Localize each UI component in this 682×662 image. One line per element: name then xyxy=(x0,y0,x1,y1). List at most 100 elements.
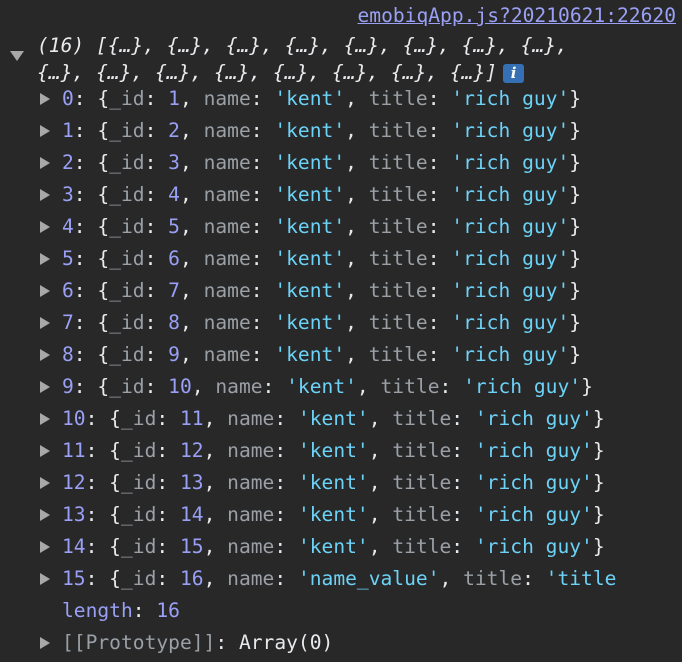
entry-index: 6 xyxy=(62,279,74,302)
punctuation: , xyxy=(345,247,369,270)
title-key: title xyxy=(368,87,428,110)
triangle-right-icon[interactable] xyxy=(40,221,50,233)
punctuation: : xyxy=(144,215,169,238)
triangle-right-icon[interactable] xyxy=(40,317,50,329)
array-entry-row[interactable]: 9: {_id: 10, name: 'kent', title: 'rich … xyxy=(0,371,682,403)
prototype-row[interactable]: [[Prototype]]: Array(0) xyxy=(0,627,682,659)
name-value: 'kent' xyxy=(274,311,346,334)
title-value: 'rich guy' xyxy=(474,407,593,430)
array-entry-row[interactable]: 11: {_id: 12, name: 'kent', title: 'rich… xyxy=(0,435,682,467)
punctuation: , xyxy=(179,119,204,142)
entry-index: 1 xyxy=(62,119,74,142)
source-link[interactable]: emobiqApp.js?20210621:22620 xyxy=(357,4,676,27)
id-value: 7 xyxy=(168,279,180,302)
punctuation: } xyxy=(569,215,582,238)
triangle-right-icon[interactable] xyxy=(40,413,50,425)
id-key: _id xyxy=(109,375,145,398)
punctuation: : xyxy=(144,375,169,398)
array-entry-row[interactable]: 2: {_id: 3, name: 'kent', title: 'rich g… xyxy=(0,147,682,179)
id-value: 2 xyxy=(168,119,180,142)
name-value: 'kent' xyxy=(274,119,346,142)
punctuation: : xyxy=(156,407,180,430)
title-value: 'rich guy' xyxy=(451,87,570,110)
punctuation: : { xyxy=(73,343,110,366)
id-key: _id xyxy=(109,279,145,302)
punctuation: : { xyxy=(73,119,110,142)
punctuation: : { xyxy=(73,151,110,174)
array-entry-row[interactable]: 4: {_id: 5, name: 'kent', title: 'rich g… xyxy=(0,211,682,243)
punctuation: : { xyxy=(73,247,110,270)
triangle-right-icon[interactable] xyxy=(40,509,50,521)
triangle-right-icon[interactable] xyxy=(40,445,50,457)
triangle-right-icon[interactable] xyxy=(40,541,50,553)
triangle-right-icon[interactable] xyxy=(40,253,50,265)
array-entry-row[interactable]: 0: {_id: 1, name: 'kent', title: 'rich g… xyxy=(0,83,682,115)
triangle-right-icon[interactable] xyxy=(40,637,50,649)
triangle-right-icon[interactable] xyxy=(40,125,50,137)
id-key: _id xyxy=(120,439,157,462)
title-key: title xyxy=(392,503,452,526)
title-value: 'rich guy' xyxy=(474,535,593,558)
array-entry-row[interactable]: 3: {_id: 4, name: 'kent', title: 'rich g… xyxy=(0,179,682,211)
punctuation: , xyxy=(368,471,393,494)
triangle-right-icon[interactable] xyxy=(40,93,50,105)
triangle-right-icon[interactable] xyxy=(40,157,50,169)
punctuation: : xyxy=(427,87,452,110)
punctuation: } xyxy=(569,87,582,110)
punctuation: : xyxy=(250,343,275,366)
array-entry-row[interactable]: 8: {_id: 9, name: 'kent', title: 'rich g… xyxy=(0,339,682,371)
array-preview-line2: {…}, {…}, {…}, {…}, {…}, {…}, {…}, {…}] xyxy=(37,61,498,84)
triangle-down-icon[interactable] xyxy=(10,51,24,61)
id-value: 12 xyxy=(179,439,204,462)
entry-index: 15 xyxy=(62,567,86,590)
triangle-right-icon[interactable] xyxy=(40,349,50,361)
punctuation: , xyxy=(368,407,393,430)
name-value: 'kent' xyxy=(274,151,346,174)
punctuation: : xyxy=(144,311,169,334)
punctuation: : xyxy=(144,151,169,174)
punctuation: , xyxy=(345,87,369,110)
info-icon[interactable]: i xyxy=(503,64,525,83)
name-key: name xyxy=(227,535,275,558)
punctuation: , xyxy=(368,535,393,558)
name-key: name xyxy=(203,119,251,142)
triangle-right-icon[interactable] xyxy=(40,573,50,585)
punctuation: } xyxy=(569,183,582,206)
name-value: 'kent' xyxy=(297,471,369,494)
array-entry-row[interactable]: 1: {_id: 2, name: 'kent', title: 'rich g… xyxy=(0,115,682,147)
array-entry-row[interactable]: 7: {_id: 8, name: 'kent', title: 'rich g… xyxy=(0,307,682,339)
triangle-right-icon[interactable] xyxy=(40,285,50,297)
array-summary[interactable]: (16) [{…}, {…}, {…}, {…}, {…}, {…}, {…},… xyxy=(37,32,677,86)
title-key: title xyxy=(368,183,428,206)
name-value: 'kent' xyxy=(297,439,369,462)
array-entry-row[interactable]: 15: {_id: 16, name: 'name_value', title:… xyxy=(0,563,682,595)
array-preview-line1: [{…}, {…}, {…}, {…}, {…}, {…}, {…}, {…}, xyxy=(95,34,568,57)
punctuation: : xyxy=(274,407,298,430)
array-entry-row[interactable]: 12: {_id: 13, name: 'kent', title: 'rich… xyxy=(0,467,682,499)
entry-index: 7 xyxy=(62,311,74,334)
punctuation: : xyxy=(451,439,475,462)
array-entry-row[interactable]: 5: {_id: 6, name: 'kent', title: 'rich g… xyxy=(0,243,682,275)
punctuation: } xyxy=(581,375,593,398)
punctuation: : { xyxy=(73,87,110,110)
entry-index: 4 xyxy=(62,215,74,238)
entry-index: 13 xyxy=(62,503,86,526)
array-entry-row[interactable]: 10: {_id: 11, name: 'kent', title: 'rich… xyxy=(0,403,682,435)
triangle-right-icon[interactable] xyxy=(40,381,50,393)
punctuation: , xyxy=(203,471,228,494)
array-entry-row[interactable]: 13: {_id: 14, name: 'kent', title: 'rich… xyxy=(0,499,682,531)
punctuation: , xyxy=(345,183,369,206)
array-entry-row[interactable]: 6: {_id: 7, name: 'kent', title: 'rich g… xyxy=(0,275,682,307)
punctuation: , xyxy=(345,119,369,142)
punctuation: : xyxy=(451,503,475,526)
id-key: _id xyxy=(109,119,145,142)
title-value: 'rich guy' xyxy=(451,343,570,366)
triangle-right-icon[interactable] xyxy=(40,477,50,489)
triangle-right-icon[interactable] xyxy=(40,189,50,201)
punctuation: } xyxy=(569,119,582,142)
punctuation: : { xyxy=(85,535,121,558)
punctuation: : xyxy=(522,567,546,590)
punctuation: : xyxy=(274,567,298,590)
title-key: title xyxy=(368,215,428,238)
array-entry-row[interactable]: 14: {_id: 15, name: 'kent', title: 'rich… xyxy=(0,531,682,563)
